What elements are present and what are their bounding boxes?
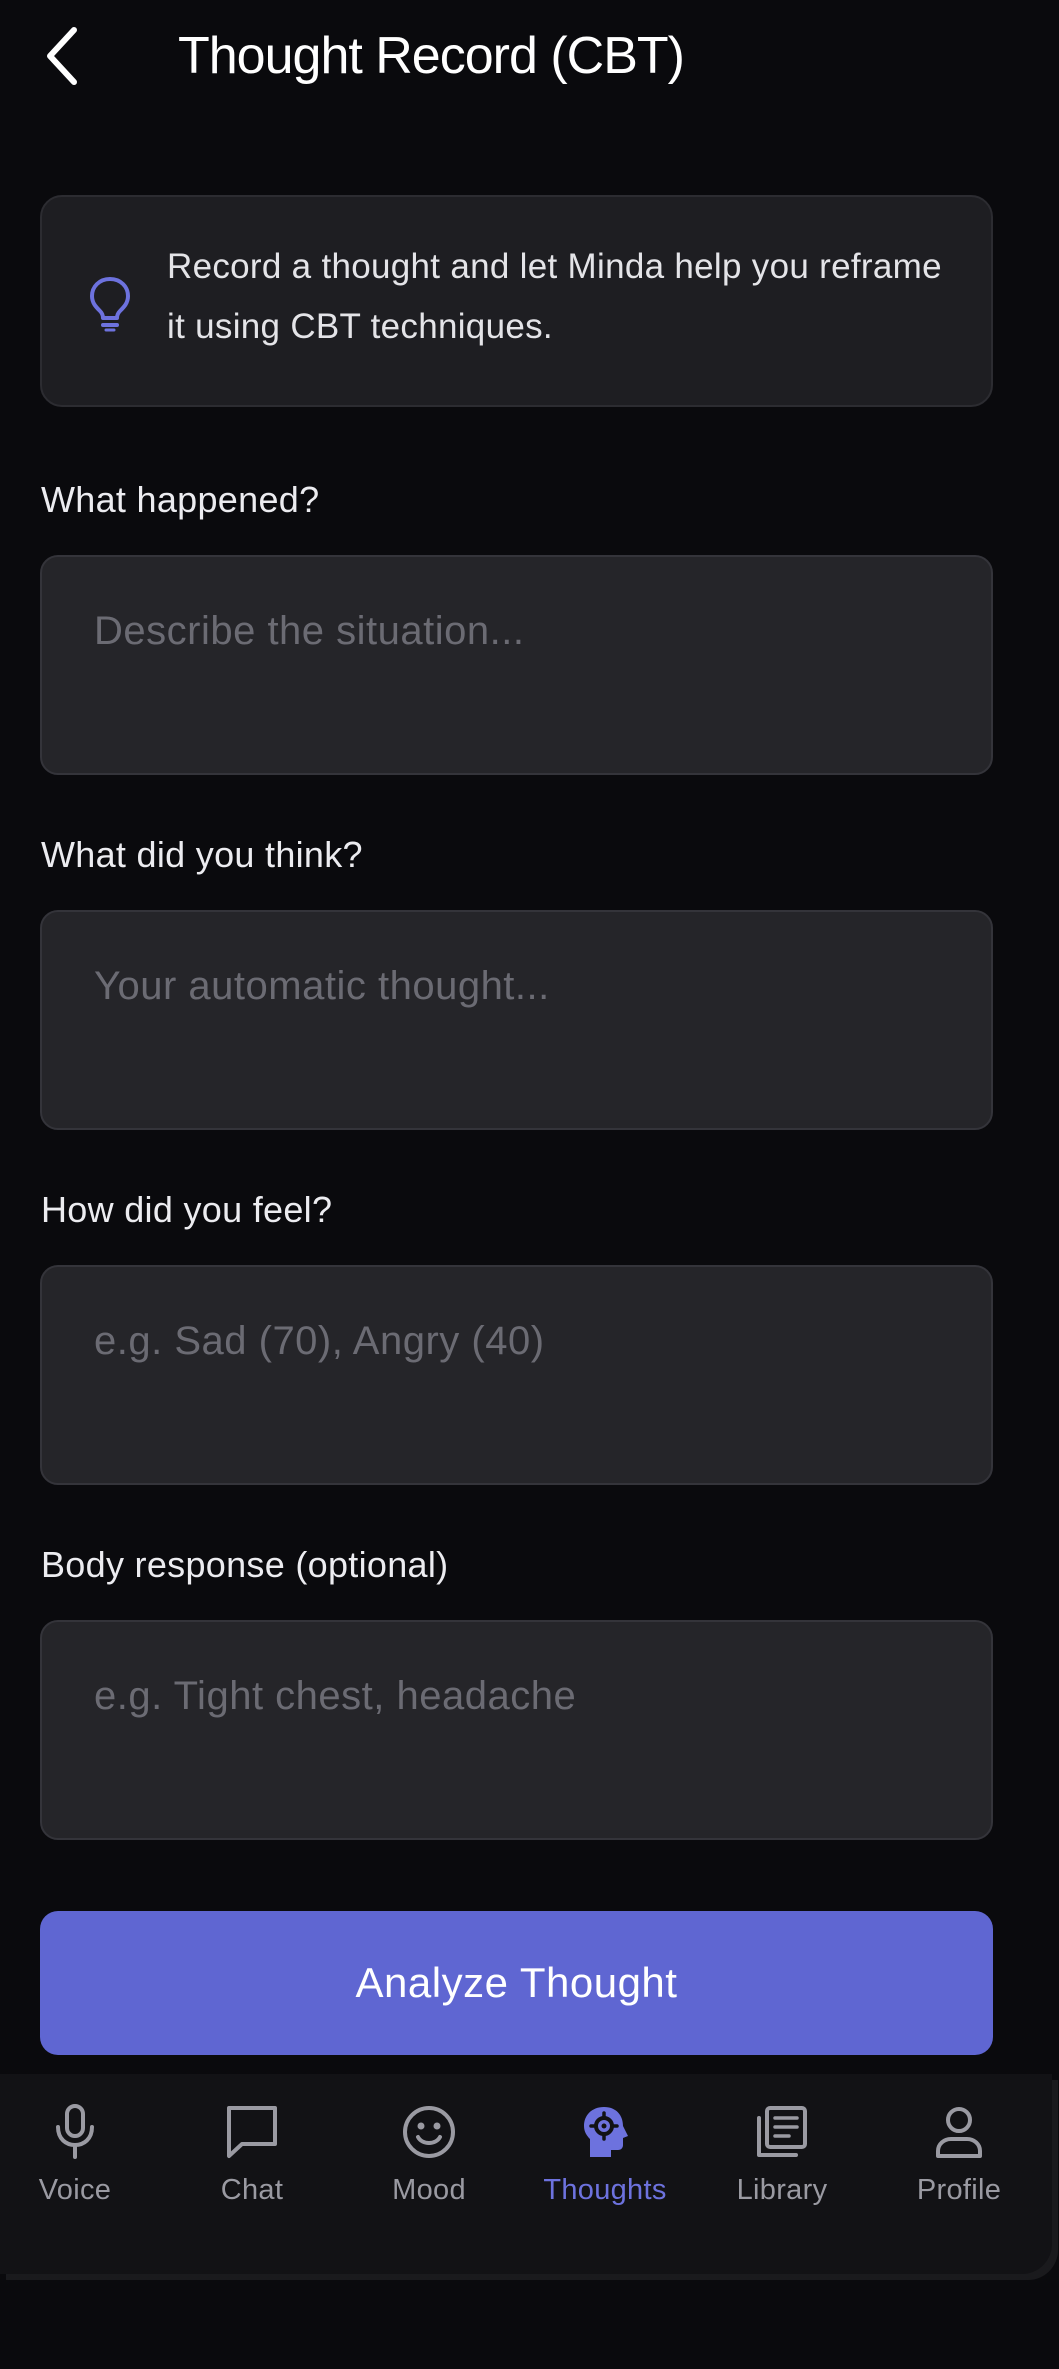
chat-bubble-icon xyxy=(227,2106,277,2158)
body-response-label: Body response (optional) xyxy=(41,1544,449,1585)
person-icon xyxy=(936,2107,982,2158)
thought-input[interactable] xyxy=(42,912,991,1128)
analyze-thought-button[interactable]: Analyze Thought xyxy=(40,1911,993,2055)
tab-library[interactable]: Library xyxy=(702,2102,862,2222)
feeling-label: How did you feel? xyxy=(41,1189,333,1230)
library-icon xyxy=(757,2106,807,2157)
feeling-field-box[interactable] xyxy=(40,1265,993,1485)
situation-input[interactable] xyxy=(42,557,991,773)
page-title: Thought Record (CBT) xyxy=(178,27,685,85)
situation-field-box[interactable] xyxy=(40,555,993,775)
tab-library-label: Library xyxy=(736,2174,828,2206)
smiley-icon xyxy=(403,2106,455,2158)
info-card: Record a thought and let Minda help you … xyxy=(40,195,993,407)
head-gear-icon xyxy=(584,2107,628,2157)
tab-mood[interactable]: Mood xyxy=(349,2102,509,2222)
tab-chat-label: Chat xyxy=(220,2174,284,2206)
tab-chat[interactable]: Chat xyxy=(172,2102,332,2222)
microphone-icon xyxy=(56,2104,94,2159)
thought-label: What did you think? xyxy=(41,834,363,875)
tab-profile[interactable]: Profile xyxy=(879,2102,1039,2222)
body-response-field-box[interactable] xyxy=(40,1620,993,1840)
lightbulb-icon xyxy=(90,277,130,332)
info-text: Record a thought and let Minda help you … xyxy=(167,247,942,346)
tab-voice[interactable]: Voice xyxy=(0,2102,155,2222)
bottom-tab-bar: Voice Chat Mood Thoughts Library Profile xyxy=(0,2074,1052,2274)
thought-field-box[interactable] xyxy=(40,910,993,1130)
situation-label: What happened? xyxy=(41,479,320,520)
tab-thoughts-label: Thoughts xyxy=(543,2174,667,2206)
top-bar: Thought Record (CBT) xyxy=(0,0,1059,112)
feeling-input[interactable] xyxy=(42,1267,991,1483)
tab-voice-label: Voice xyxy=(38,2174,112,2206)
chevron-left-icon xyxy=(47,27,77,85)
back-button[interactable] xyxy=(30,18,94,94)
body-response-input[interactable] xyxy=(42,1622,991,1838)
tab-mood-label: Mood xyxy=(392,2174,466,2206)
tab-thoughts[interactable]: Thoughts xyxy=(525,2102,685,2222)
tab-profile-label: Profile xyxy=(916,2174,1002,2206)
